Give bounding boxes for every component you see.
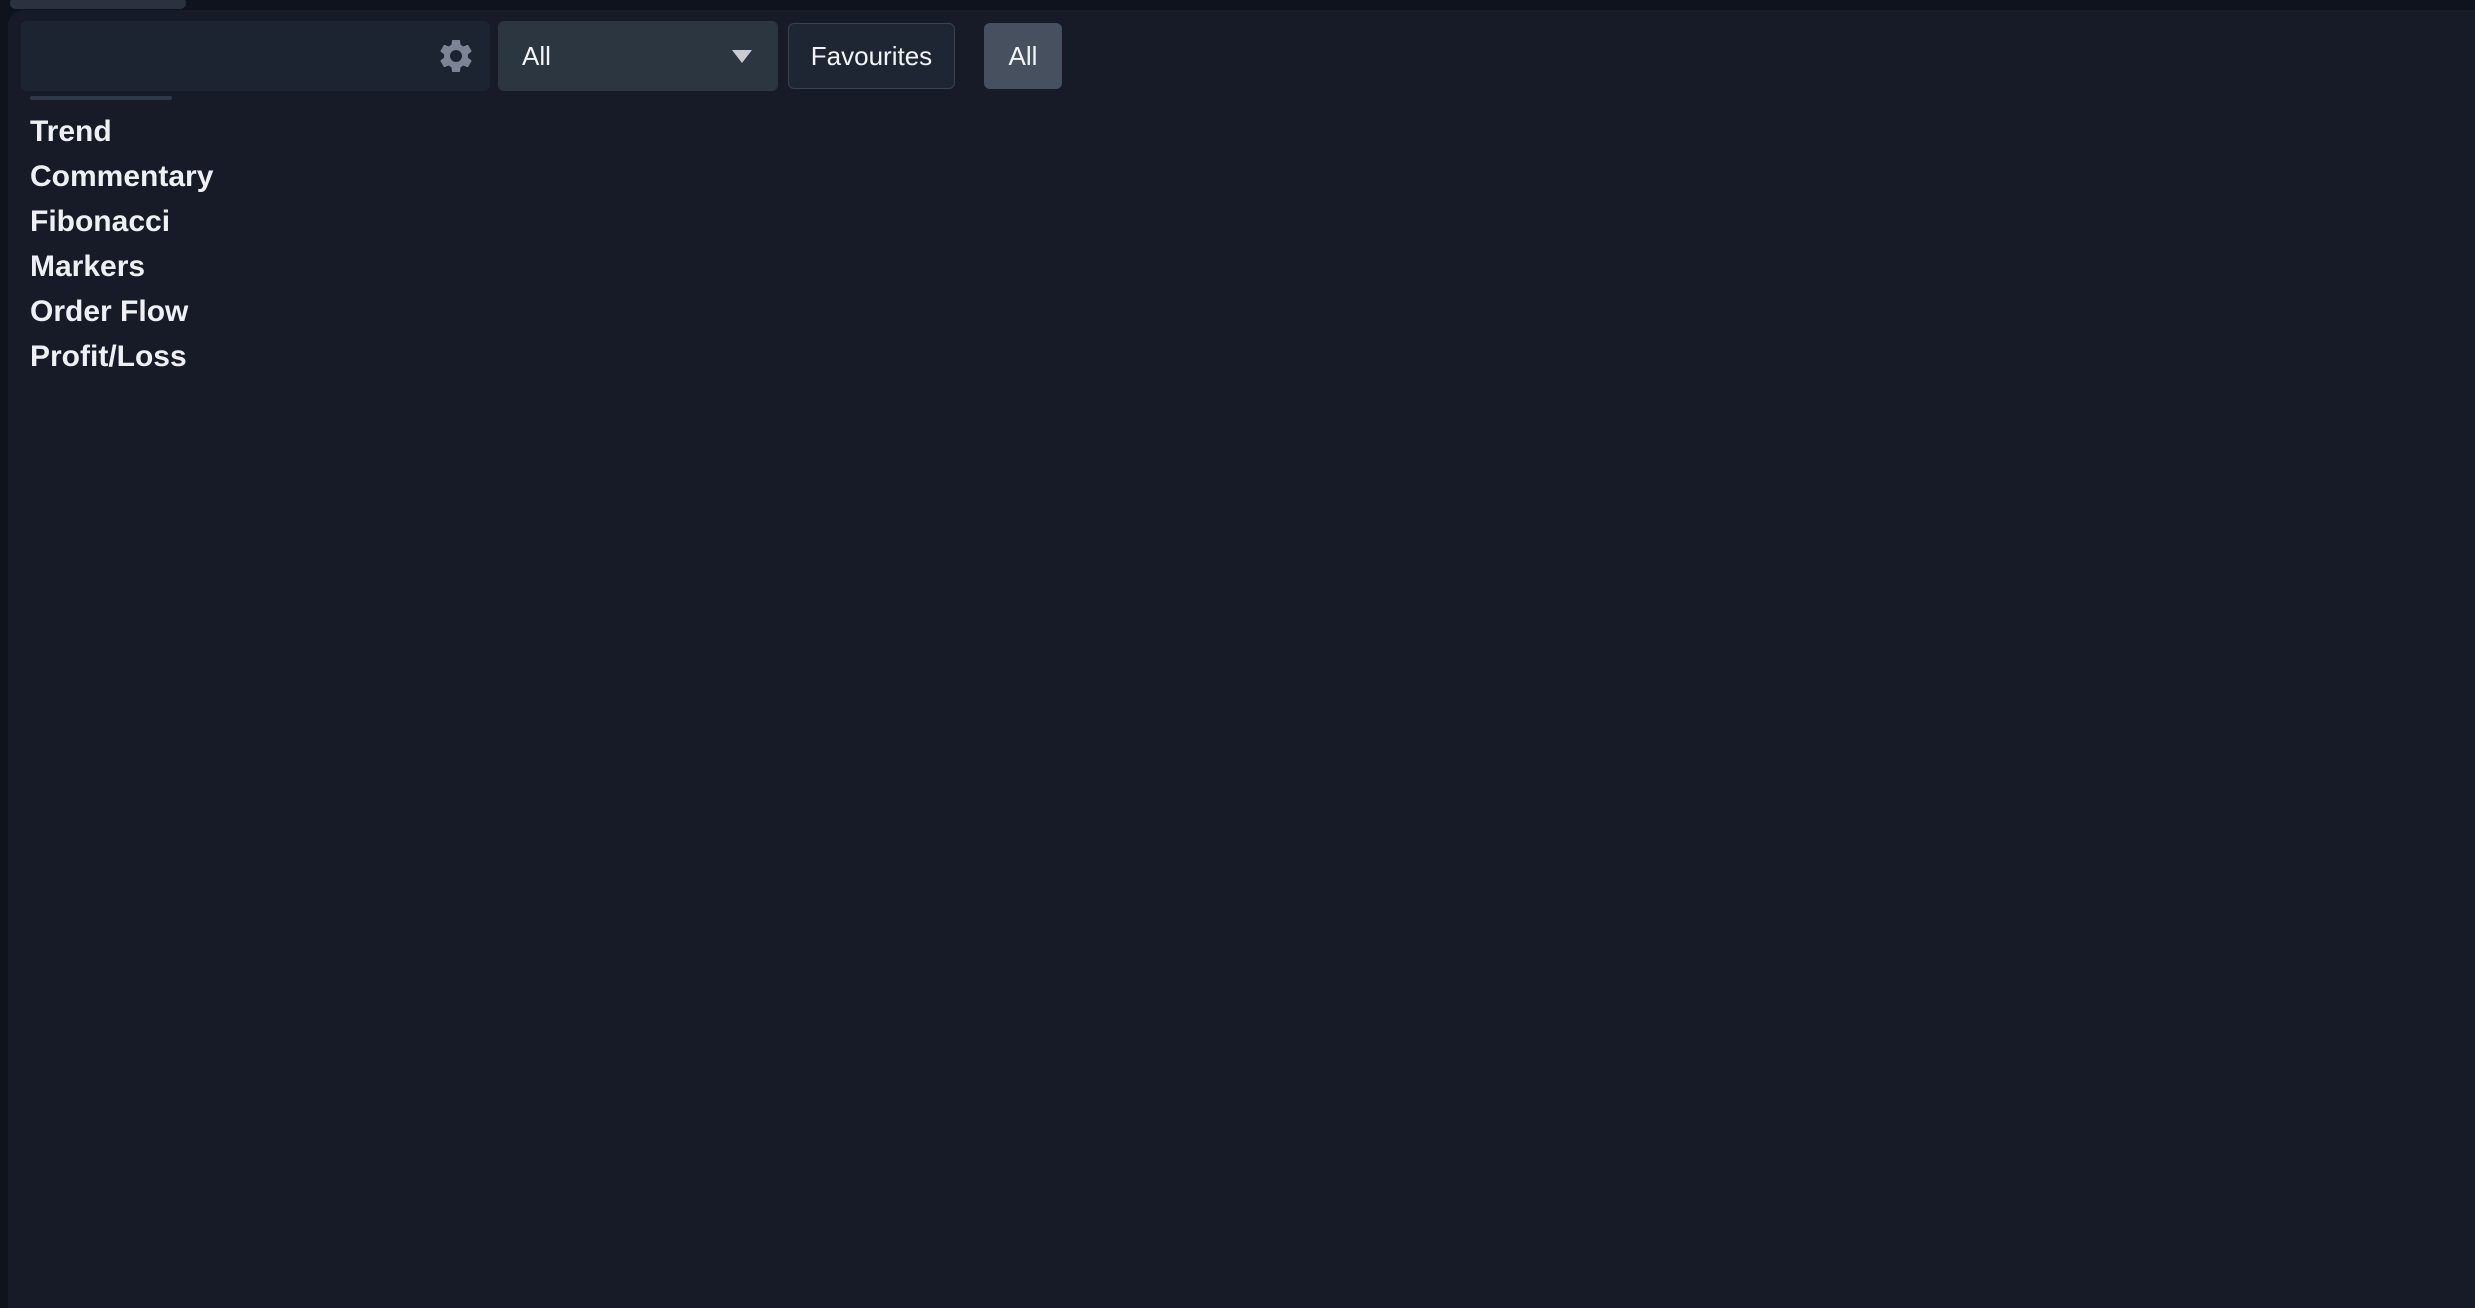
- category-dropdown[interactable]: All: [498, 21, 778, 91]
- category-dropdown-value: All: [522, 41, 551, 72]
- gear-icon[interactable]: [436, 36, 476, 76]
- section-order-flow: Order Flow: [8, 296, 2475, 328]
- section-title: Markers: [30, 251, 2475, 283]
- section-title: Fibonacci: [30, 206, 2475, 238]
- section-fibonacci: Fibonacci: [8, 206, 2475, 238]
- section-trend: Trend: [8, 116, 2475, 148]
- tools-content: Trend Commentary Fibonacci Markers Order Flo…: [8, 110, 2475, 373]
- section-title: Profit/Loss: [30, 341, 2475, 373]
- chevron-down-icon: [732, 50, 752, 63]
- favourites-button[interactable]: Favourites: [788, 23, 955, 89]
- section-profit-loss: Profit/Loss: [8, 341, 2475, 373]
- window-tab: [10, 0, 186, 9]
- section-markers: Markers: [8, 251, 2475, 283]
- section-title: Order Flow: [30, 296, 2475, 328]
- scrollbar-thumb[interactable]: [30, 96, 172, 100]
- section-title: Trend: [30, 116, 2475, 148]
- search-box[interactable]: [21, 21, 490, 91]
- section-commentary: Commentary: [8, 161, 2475, 193]
- toolbar: All Favourites All: [8, 10, 2475, 110]
- section-title: Commentary: [30, 161, 2475, 193]
- drawing-tools-panel: All Favourites All Trend Commentary Fibona…: [8, 10, 2475, 1308]
- search-input[interactable]: [21, 21, 490, 91]
- all-filter-button[interactable]: All: [984, 23, 1062, 89]
